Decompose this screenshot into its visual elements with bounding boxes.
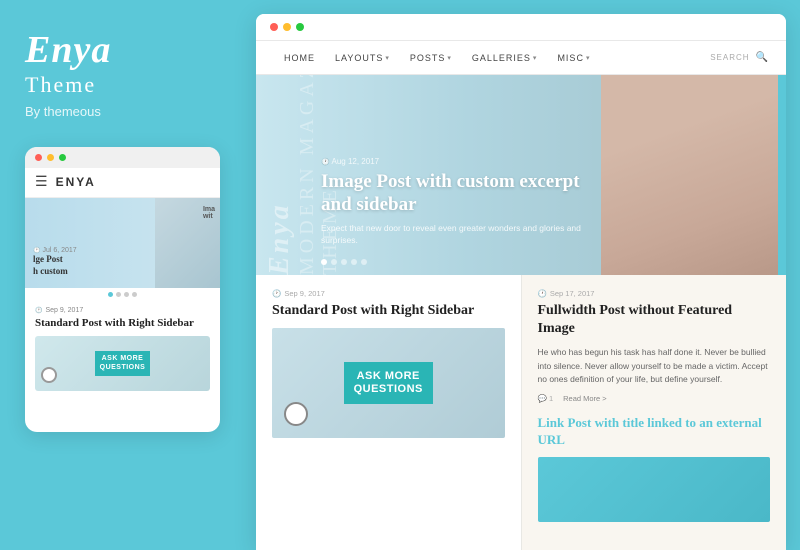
desktop-titlebar [256, 14, 786, 41]
post-right-title: Fullwidth Post without Featured Image [538, 302, 771, 338]
nav-home[interactable]: HOME [274, 53, 325, 63]
desktop-hero: Enya Modern MagazineTheme 🕐 Aug 12, 2017… [256, 75, 786, 275]
brand-title: Enya [25, 30, 111, 72]
hero-dot-4 [351, 259, 357, 265]
mobile-hero-date: 🕐 Jul 6, 2017 [33, 247, 147, 254]
posts-grid: 🕐 Sep 9, 2017 Standard Post with Right S… [256, 275, 786, 550]
mobile-post-title: Standard Post with Right Sidebar [35, 316, 210, 330]
nav-galleries[interactable]: GALLERIES ▾ [462, 53, 548, 63]
desktop-preview: HOME LAYOUTS ▾ POSTS ▾ GALLERIES ▾ MISC … [256, 14, 786, 550]
mobile-titlebar [25, 147, 220, 168]
hero-dot-5 [361, 259, 367, 265]
hero-dot-1 [321, 259, 327, 265]
post-meta: 💬 1 Read More > [538, 394, 771, 403]
read-more[interactable]: Read More > [563, 394, 607, 403]
nav-misc[interactable]: MISC ▾ [547, 53, 600, 63]
mobile-slide-dots [25, 288, 220, 301]
desktop-content: Enya Modern MagazineTheme 🕐 Aug 12, 2017… [256, 75, 786, 550]
brand-by: By themeous [25, 104, 101, 119]
post-left-image: ASK MOREQUESTIONS [272, 328, 505, 438]
hero-indicators [321, 259, 367, 265]
slide-dot-4 [132, 292, 137, 297]
mobile-nav: ☰ ENYA [25, 168, 220, 198]
clock-icon [284, 402, 308, 426]
post-left: 🕐 Sep 9, 2017 Standard Post with Right S… [256, 275, 522, 550]
hero-vertical-brand: Enya [266, 75, 294, 275]
post-right-date: 🕐 Sep 17, 2017 [538, 289, 771, 298]
mobile-dot-yellow [47, 154, 54, 161]
post-right: 🕐 Sep 17, 2017 Fullwidth Post without Fe… [522, 275, 787, 550]
hero-dot-2 [331, 259, 337, 265]
dt-dot-yellow [283, 23, 291, 31]
hero-background: Enya Modern MagazineTheme 🕐 Aug 12, 2017… [256, 75, 786, 275]
mobile-dot-green [59, 154, 66, 161]
search-icon[interactable]: 🔍 [756, 52, 768, 63]
layouts-chevron: ▾ [385, 54, 390, 62]
slide-dot-1 [108, 292, 113, 297]
ask-more-box: ASK MOREQUESTIONS [95, 351, 151, 376]
post-right-text: He who has begun his task has half done … [538, 346, 771, 386]
mobile-hero: 🕐 Jul 6, 2017 lge Posth custom Imawit [25, 198, 220, 288]
nav-posts[interactable]: POSTS ▾ [400, 53, 462, 63]
dt-dot-green [296, 23, 304, 31]
mobile-post: 🕐 Sep 9, 2017 Standard Post with Right S… [25, 301, 220, 397]
mobile-post-date: 🕐 Sep 9, 2017 [35, 307, 210, 314]
clock-decoration [41, 367, 57, 383]
nav-search[interactable]: SEARCH 🔍 [710, 52, 768, 63]
post-left-title: Standard Post with Right Sidebar [272, 302, 505, 320]
link-post-title: Link Post with title linked to an extern… [538, 415, 771, 449]
nav-layouts[interactable]: LAYOUTS ▾ [325, 53, 400, 63]
slide-dot-3 [124, 292, 129, 297]
ask-more-questions: ASK MOREQUESTIONS [344, 362, 433, 404]
hero-excerpt: Expect that new door to reveal even grea… [321, 223, 586, 247]
hero-person-image [601, 75, 786, 275]
desktop-nav: HOME LAYOUTS ▾ POSTS ▾ GALLERIES ▾ MISC … [256, 41, 786, 75]
galleries-chevron: ▾ [533, 54, 538, 62]
hero-right-bar [778, 75, 786, 275]
hero-content: 🕐 Aug 12, 2017 Image Post with custom ex… [321, 157, 586, 247]
brand-subtitle: Theme [25, 72, 96, 98]
link-post-normal: Link Post [538, 415, 592, 430]
slide-dot-2 [116, 292, 121, 297]
hero-title: Image Post with custom excerptand sideba… [321, 170, 586, 218]
mobile-preview: ☰ ENYA 🕐 Jul 6, 2017 lge Posth custom Im… [25, 147, 220, 432]
mobile-post-image: ASK MOREQUESTIONS [35, 336, 210, 391]
mobile-hero-right: Imawit [155, 198, 220, 288]
dt-dot-red [270, 23, 278, 31]
mobile-nav-title: ENYA [56, 175, 96, 189]
left-panel: Enya Theme By themeous ☰ ENYA 🕐 Jul 6, 2… [0, 0, 248, 550]
nav-links: HOME LAYOUTS ▾ POSTS ▾ GALLERIES ▾ MISC … [274, 53, 600, 63]
comment-count: 💬 1 [538, 394, 554, 403]
mobile-hero-text: lge Posth custom [33, 254, 147, 277]
hamburger-icon[interactable]: ☰ [35, 174, 48, 191]
hero-date: 🕐 Aug 12, 2017 [321, 157, 586, 166]
hero-dot-3 [341, 259, 347, 265]
mobile-hero-right-label: Imawit [203, 206, 215, 220]
misc-chevron: ▾ [586, 54, 591, 62]
mobile-dot-red [35, 154, 42, 161]
post-left-date: 🕐 Sep 9, 2017 [272, 289, 505, 298]
mobile-hero-left: 🕐 Jul 6, 2017 lge Posth custom [25, 198, 155, 288]
link-post-image [538, 457, 771, 522]
posts-chevron: ▾ [447, 54, 452, 62]
